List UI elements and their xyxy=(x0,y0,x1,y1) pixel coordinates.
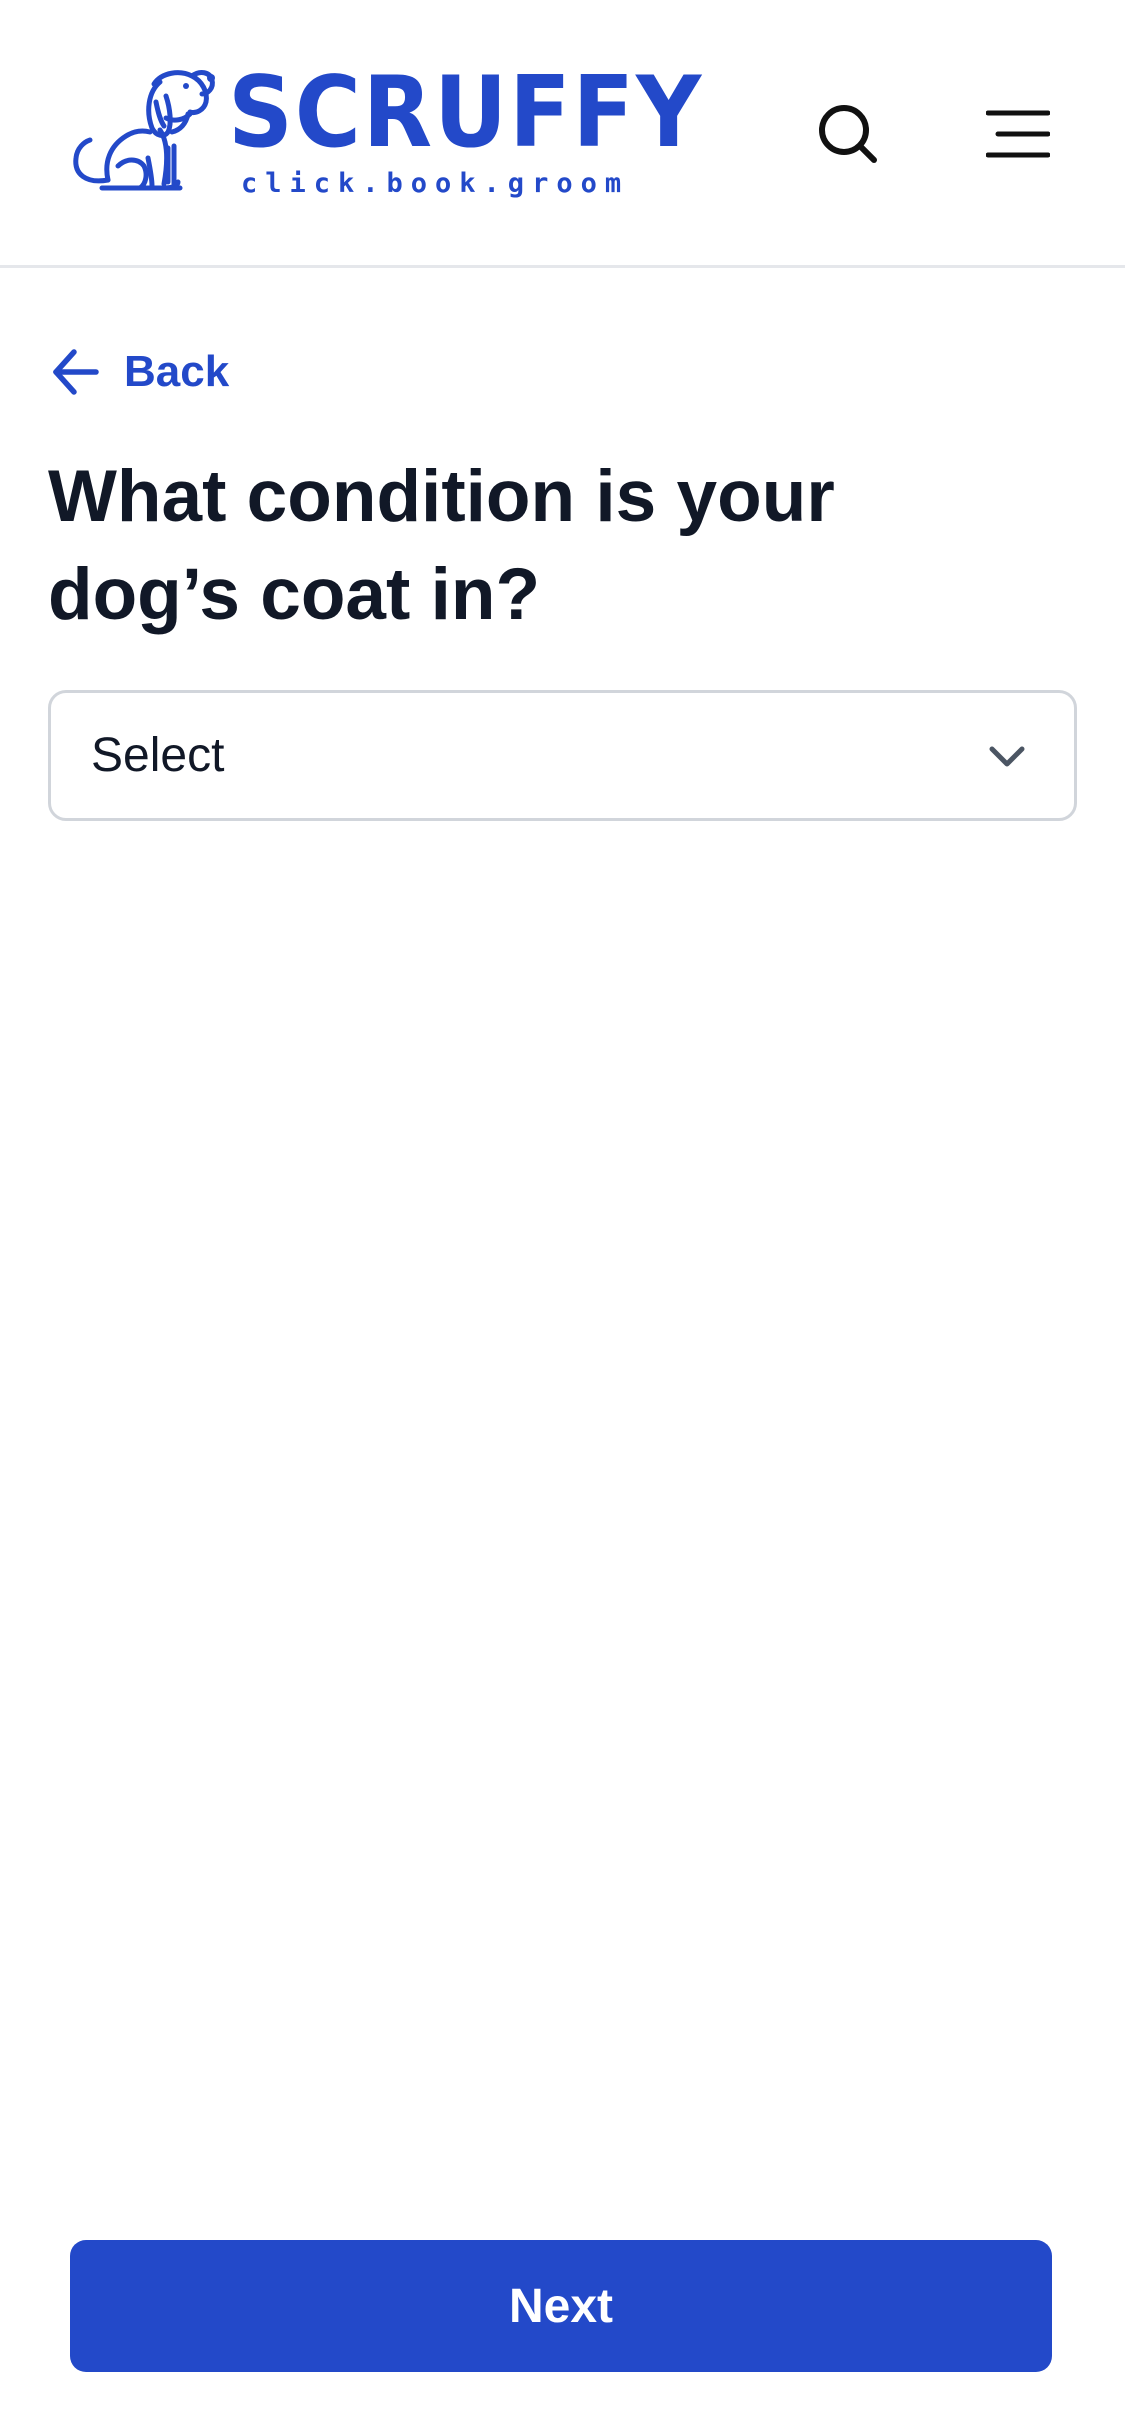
dog-logo-icon xyxy=(73,70,215,191)
next-button-label: Next xyxy=(508,2279,614,2333)
logo-wordmark: SCRUFFY xyxy=(228,56,704,170)
page: SCRUFFY click.book.groom Back What condi… xyxy=(0,0,1125,2436)
back-link[interactable]: Back xyxy=(50,340,229,404)
search-button[interactable] xyxy=(800,86,896,182)
menu-button[interactable] xyxy=(970,86,1066,182)
chevron-down-icon xyxy=(989,746,1025,767)
next-button[interactable]: Next xyxy=(70,2240,1052,2372)
hamburger-menu-icon xyxy=(986,110,1050,158)
scruffy-logo[interactable]: SCRUFFY click.book.groom xyxy=(68,62,701,210)
back-label: Back xyxy=(124,347,230,396)
select-value: Select xyxy=(91,729,225,782)
arrow-left-icon xyxy=(53,349,99,395)
page-title: What condition is your dog’s coat in? xyxy=(48,456,835,635)
search-icon xyxy=(819,105,877,163)
app-header: SCRUFFY click.book.groom xyxy=(0,0,1125,268)
coat-condition-select[interactable]: Select xyxy=(48,690,1077,821)
logo-tagline: click.book.groom xyxy=(241,168,630,199)
